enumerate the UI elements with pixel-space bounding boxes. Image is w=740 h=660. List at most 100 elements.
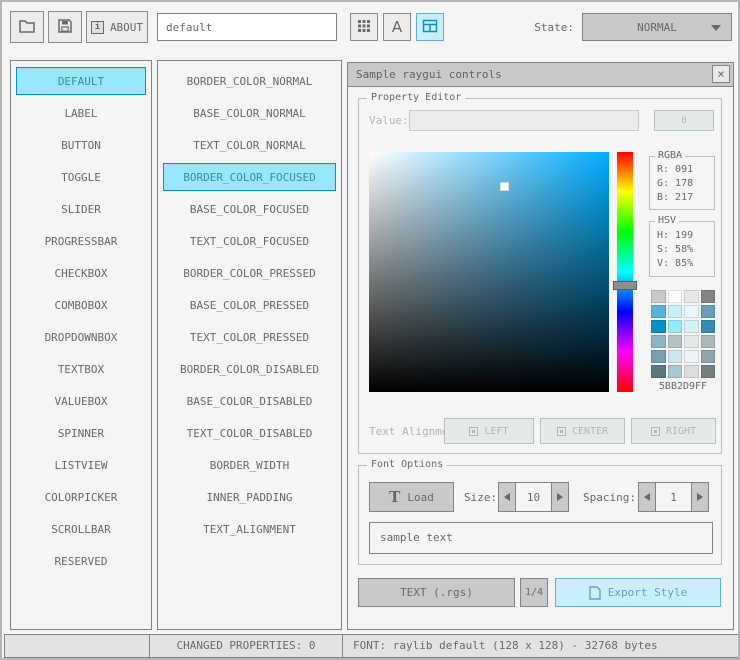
value-apply-button[interactable]: 0 — [654, 110, 714, 131]
controls-list-item[interactable]: CHECKBOX — [16, 259, 146, 287]
font-load-button[interactable]: T Load — [369, 482, 454, 512]
size-decrement-button[interactable] — [498, 482, 516, 512]
align-right-button[interactable]: RIGHT — [631, 418, 716, 444]
properties-list-item[interactable]: TEXT_COLOR_PRESSED — [163, 323, 336, 351]
controls-list-item[interactable]: LISTVIEW — [16, 451, 146, 479]
palette-swatch[interactable] — [684, 365, 699, 378]
properties-list-item[interactable]: BASE_COLOR_FOCUSED — [163, 195, 336, 223]
controls-list-item[interactable]: LABEL — [16, 99, 146, 127]
save-style-button[interactable] — [48, 11, 82, 43]
changed-properties-text: CHANGED PROPERTIES: 0 — [176, 639, 316, 652]
open-style-button[interactable] — [10, 11, 44, 43]
controls-list-item[interactable]: COLORPICKER — [16, 483, 146, 511]
properties-list-item[interactable]: BORDER_COLOR_FOCUSED — [163, 163, 336, 191]
state-dropdown[interactable]: NORMAL — [582, 13, 732, 41]
about-button-label: ABOUT — [109, 20, 144, 34]
size-increment-button[interactable] — [551, 482, 569, 512]
controls-list-item[interactable]: PROGRESSBAR — [16, 227, 146, 255]
properties-list-item[interactable]: BORDER_COLOR_NORMAL — [163, 67, 336, 95]
controls-list-item[interactable]: DROPDOWNBOX — [16, 323, 146, 351]
controls-list-item[interactable]: VALUEBOX — [16, 387, 146, 415]
controls-list-item[interactable]: SCROLLBAR — [16, 515, 146, 543]
state-dropdown-value: NORMAL — [637, 20, 677, 34]
properties-list-item[interactable]: TEXT_COLOR_NORMAL — [163, 131, 336, 159]
palette-swatch[interactable] — [667, 320, 682, 333]
controls-list-item[interactable]: RESERVED — [16, 547, 146, 575]
palette-swatch[interactable] — [700, 365, 715, 378]
control-table-view-button[interactable] — [416, 13, 444, 41]
palette-swatch[interactable] — [651, 320, 666, 333]
palette-swatch[interactable] — [651, 335, 666, 348]
font-info-text: FONT: raylib default (128 x 128) - 32768… — [353, 639, 658, 652]
controls-list-item[interactable]: SPINNER — [16, 419, 146, 447]
controls-list-item[interactable]: DEFAULT — [16, 67, 146, 95]
font-view-button[interactable]: A — [383, 13, 411, 41]
spacing-increment-button[interactable] — [691, 482, 709, 512]
value-input[interactable] — [409, 110, 639, 131]
controls-list-item[interactable]: SLIDER — [16, 195, 146, 223]
table-icon — [422, 18, 438, 37]
controls-list-item[interactable]: BUTTON — [16, 131, 146, 159]
controls-list-item[interactable]: COMBOBOX — [16, 291, 146, 319]
value-label: Value: — [369, 114, 409, 127]
properties-list-item[interactable]: BORDER_COLOR_PRESSED — [163, 259, 336, 287]
properties-list-item[interactable]: INNER_PADDING — [163, 483, 336, 511]
property-editor-group: Property Editor Value: 0 RGBA R: 091 G: … — [358, 92, 722, 454]
window-close-button[interactable]: × — [712, 65, 730, 83]
palette-swatch[interactable] — [667, 335, 682, 348]
about-button[interactable]: i ABOUT — [86, 11, 148, 43]
palette-swatch[interactable] — [684, 350, 699, 363]
properties-list-item[interactable]: BASE_COLOR_PRESSED — [163, 291, 336, 319]
chevron-left-icon — [504, 493, 510, 501]
palette-swatch[interactable] — [684, 335, 699, 348]
font-load-label: Load — [407, 490, 434, 504]
properties-list-item[interactable]: BORDER_WIDTH — [163, 451, 336, 479]
properties-list-item[interactable]: BORDER_COLOR_DISABLED — [163, 355, 336, 383]
window-titlebar[interactable]: Sample raygui controls × — [348, 63, 733, 87]
color-picker-marker[interactable] — [500, 182, 509, 191]
palette-swatch[interactable] — [651, 350, 666, 363]
grid-icon — [357, 19, 371, 36]
palette-swatch[interactable] — [651, 365, 666, 378]
align-left-button[interactable]: LEFT — [444, 418, 534, 444]
properties-list-item[interactable]: TEXT_COLOR_FOCUSED — [163, 227, 336, 255]
palette-swatch[interactable] — [700, 290, 715, 303]
rgba-r-value: R: 091 — [657, 164, 694, 175]
export-format-button[interactable]: TEXT (.rgs) — [358, 578, 515, 607]
properties-list-item[interactable]: TEXT_ALIGNMENT — [163, 515, 336, 543]
sample-text-box[interactable]: sample text — [369, 522, 713, 554]
palette-swatch[interactable] — [700, 305, 715, 318]
palette-swatch[interactable] — [684, 290, 699, 303]
hue-slider-handle[interactable] — [613, 281, 637, 290]
controls-list-item[interactable]: TOGGLE — [16, 163, 146, 191]
style-name-input[interactable] — [157, 13, 337, 41]
format-counter-button[interactable]: 1/4 — [520, 578, 548, 607]
properties-list-item[interactable]: BASE_COLOR_NORMAL — [163, 99, 336, 127]
palette-swatch[interactable] — [700, 320, 715, 333]
palette-swatch[interactable] — [700, 350, 715, 363]
palette-swatch[interactable] — [651, 290, 666, 303]
rgba-group-label: RGBA — [655, 150, 686, 161]
hex-color-value[interactable]: 5BB2D9FF — [651, 381, 715, 395]
properties-list-item[interactable]: TEXT_COLOR_DISABLED — [163, 419, 336, 447]
palette-swatch[interactable] — [684, 305, 699, 318]
align-center-button[interactable]: CENTER — [540, 418, 625, 444]
floppy-save-icon — [56, 17, 74, 38]
style-grid-view-button[interactable] — [350, 13, 378, 41]
palette-swatch[interactable] — [684, 320, 699, 333]
properties-list-item[interactable]: BASE_COLOR_DISABLED — [163, 387, 336, 415]
palette-swatch[interactable] — [667, 305, 682, 318]
size-value-box[interactable]: 10 — [515, 482, 552, 512]
controls-list-item[interactable]: TEXTBOX — [16, 355, 146, 383]
palette-swatch[interactable] — [667, 290, 682, 303]
color-saturation-value-picker[interactable] — [369, 152, 609, 392]
palette-swatch[interactable] — [667, 350, 682, 363]
palette-swatch[interactable] — [700, 335, 715, 348]
export-style-button[interactable]: Export Style — [555, 578, 721, 607]
spacing-value-box[interactable]: 1 — [655, 482, 692, 512]
align-right-label: RIGHT — [665, 425, 697, 437]
spacing-decrement-button[interactable] — [638, 482, 656, 512]
palette-swatch[interactable] — [651, 305, 666, 318]
hue-bar[interactable] — [617, 152, 633, 392]
palette-swatch[interactable] — [667, 365, 682, 378]
